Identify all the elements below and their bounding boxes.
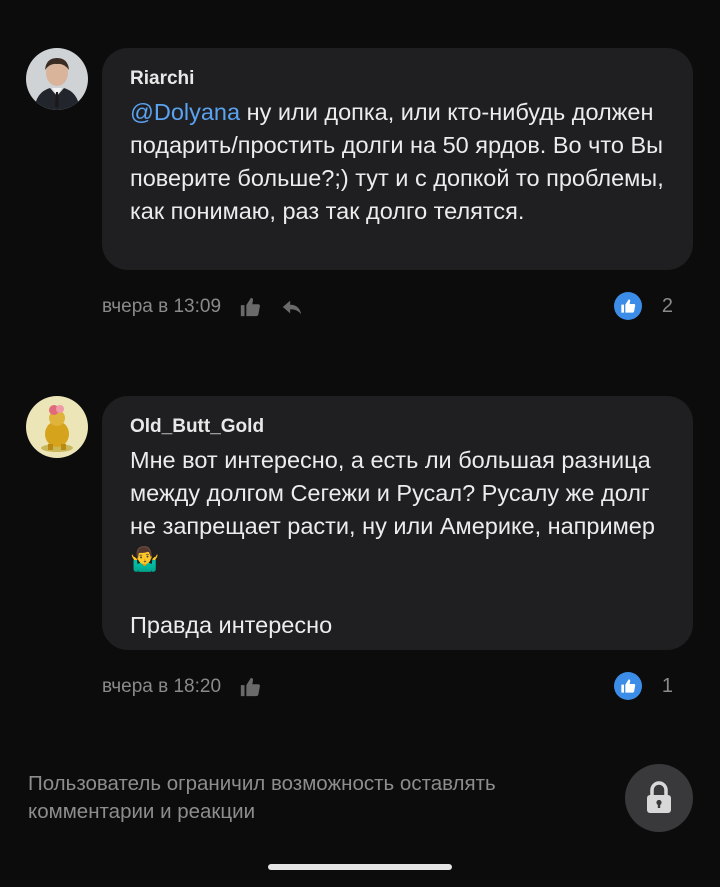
comment-time: вчера в 18:20 xyxy=(102,676,222,697)
thumbs-up-icon[interactable] xyxy=(237,674,263,700)
reply-icon[interactable] xyxy=(279,294,305,320)
like-summary[interactable]: 2 xyxy=(613,292,673,320)
comment-text-2: Правда интересно xyxy=(130,612,333,638)
thumbs-up-icon[interactable] xyxy=(237,294,263,320)
comment-time: вчера в 13:09 xyxy=(102,296,222,317)
lock-icon xyxy=(647,781,671,813)
comment-author[interactable]: Old_Butt_Gold xyxy=(130,416,665,438)
comments-restricted-notice: Пользователь ограничил возможность остав… xyxy=(28,772,496,823)
user-avatar-icon xyxy=(26,48,88,110)
like-count: 2 xyxy=(661,294,673,317)
avatar[interactable] xyxy=(26,396,88,458)
comment-bubble: Old_Butt_Gold Мне вот интересно, а есть … xyxy=(102,396,693,650)
home-indicator[interactable] xyxy=(268,864,452,870)
like-badge-icon xyxy=(613,672,642,700)
like-badge-icon xyxy=(613,292,642,320)
lock-button[interactable] xyxy=(625,764,693,832)
comment-author[interactable]: Riarchi xyxy=(130,68,665,90)
comment-text: Мне вот интересно, а есть ли большая раз… xyxy=(130,447,655,572)
like-summary[interactable]: 1 xyxy=(613,672,673,700)
gold-figure-avatar-icon xyxy=(26,396,88,458)
avatar[interactable] xyxy=(26,48,88,110)
comment-text: @Dolyana ну или допка, или кто-нибудь до… xyxy=(130,96,665,228)
mention-link[interactable]: @Dolyana xyxy=(130,99,240,125)
comment-bubble: Riarchi @Dolyana ну или допка, или кто-н… xyxy=(102,48,693,270)
comment-meta: вчера в 13:09 2 xyxy=(102,292,693,322)
like-count: 1 xyxy=(661,674,673,697)
comment-meta: вчера в 18:20 1 xyxy=(102,672,693,702)
